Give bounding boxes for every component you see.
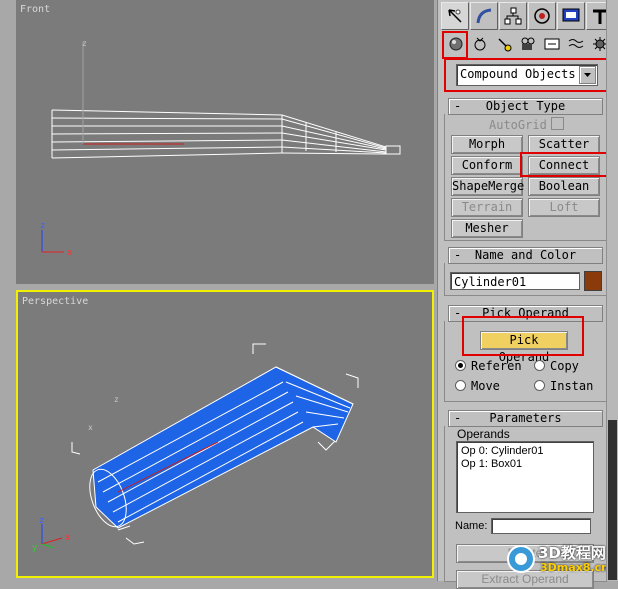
reference-radio-label: Referen [471,359,522,373]
perspective-viewport-geometry: z x x y z [32,343,359,553]
list-item[interactable]: Op 1: Box01 [461,458,522,470]
highlight-pick-operand [462,316,584,356]
move-radio-label: Move [471,379,500,393]
highlight-geometry [442,31,468,59]
watermark-line2: 3Dmax8.cn [540,561,609,574]
front-viewport[interactable]: Front z x z [16,0,434,284]
object-type-rollout-header[interactable]: - Object Type [448,98,603,115]
parameters-rollout-header[interactable]: - Parameters [448,410,603,427]
space-warps-subtab[interactable] [566,34,586,54]
mesher-button[interactable]: Mesher [451,219,523,238]
perspective-viewport[interactable]: Perspective z x x y z [16,290,434,578]
highlight-category [444,58,608,92]
watermark: 3D教程网 3Dmax8.cn [506,540,614,578]
boolean-button[interactable]: Boolean [528,177,600,196]
loft-button[interactable]: Loft [528,198,600,217]
list-item[interactable]: Op 0: Cylinder01 [461,445,544,457]
shapes-icon [474,37,486,51]
front-grid-z-label: z [82,39,87,48]
persp-grid-z-label: z [114,395,119,404]
helpers-subtab[interactable] [542,34,562,54]
motion-icon [534,8,550,24]
persp-axis-x-label: x [65,533,71,543]
cameras-subtab[interactable] [518,34,538,54]
panel-scrollbar[interactable] [606,0,618,581]
instance-radio[interactable]: Instan [534,379,593,393]
object-name-field[interactable]: Cylinder01 [450,272,580,290]
lights-subtab[interactable] [494,34,514,54]
highlight-connect [520,152,608,177]
operand-name-field[interactable] [491,518,591,534]
name-and-color-title: Name and Color [474,248,577,262]
operands-label: Operands [457,427,510,441]
command-panel: Compound Objects - Object Type AutoGrid M… [437,0,618,589]
hierarchy-icon [504,7,522,25]
watermark-logo [507,545,535,573]
display-tab[interactable] [557,2,585,30]
motion-tab[interactable] [528,2,556,30]
persp-axis-y-label: y [32,543,38,553]
terrain-button[interactable]: Terrain [451,198,523,217]
scrollbar-thumb[interactable] [608,420,617,580]
morph-button[interactable]: Morph [451,135,523,154]
conform-button[interactable]: Conform [451,156,523,175]
front-axis-x-label: x [67,248,73,258]
copy-radio-label: Copy [550,359,579,373]
lights-icon [498,38,512,52]
parameters-title: Parameters [489,411,562,425]
operand-name-label: Name: [455,520,488,532]
autogrid-label: AutoGrid [489,118,547,132]
front-axis-z-label: z [40,221,45,231]
operands-list[interactable]: Op 0: Cylinder01 Op 1: Box01 [456,441,594,513]
persp-axis-z-label: z [39,516,44,526]
create-tab[interactable] [441,2,469,30]
copy-radio[interactable]: Copy [534,359,579,373]
display-icon [562,8,580,22]
cameras-icon [521,37,535,50]
hierarchy-tab[interactable] [499,2,527,30]
move-radio[interactable]: Move [455,379,500,393]
shapes-subtab[interactable] [470,34,490,54]
persp-grid-x-label: x [88,423,93,432]
modify-icon [476,8,492,24]
object-color-swatch[interactable] [584,271,602,291]
shapemerge-button[interactable]: ShapeMerge [451,177,524,196]
space-warps-icon [568,39,584,48]
modify-tab[interactable] [470,2,498,30]
helpers-icon [544,38,560,50]
watermark-line1: 3D教程网 [538,544,606,562]
name-and-color-rollout-header[interactable]: - Name and Color [448,247,603,264]
object-type-title: Object Type [485,99,566,113]
autogrid-checkbox[interactable] [551,117,564,130]
front-viewport-geometry: z x z [40,39,401,258]
instance-radio-label: Instan [550,379,594,393]
create-icon [448,9,462,23]
reference-radio[interactable]: Referen [455,359,522,373]
